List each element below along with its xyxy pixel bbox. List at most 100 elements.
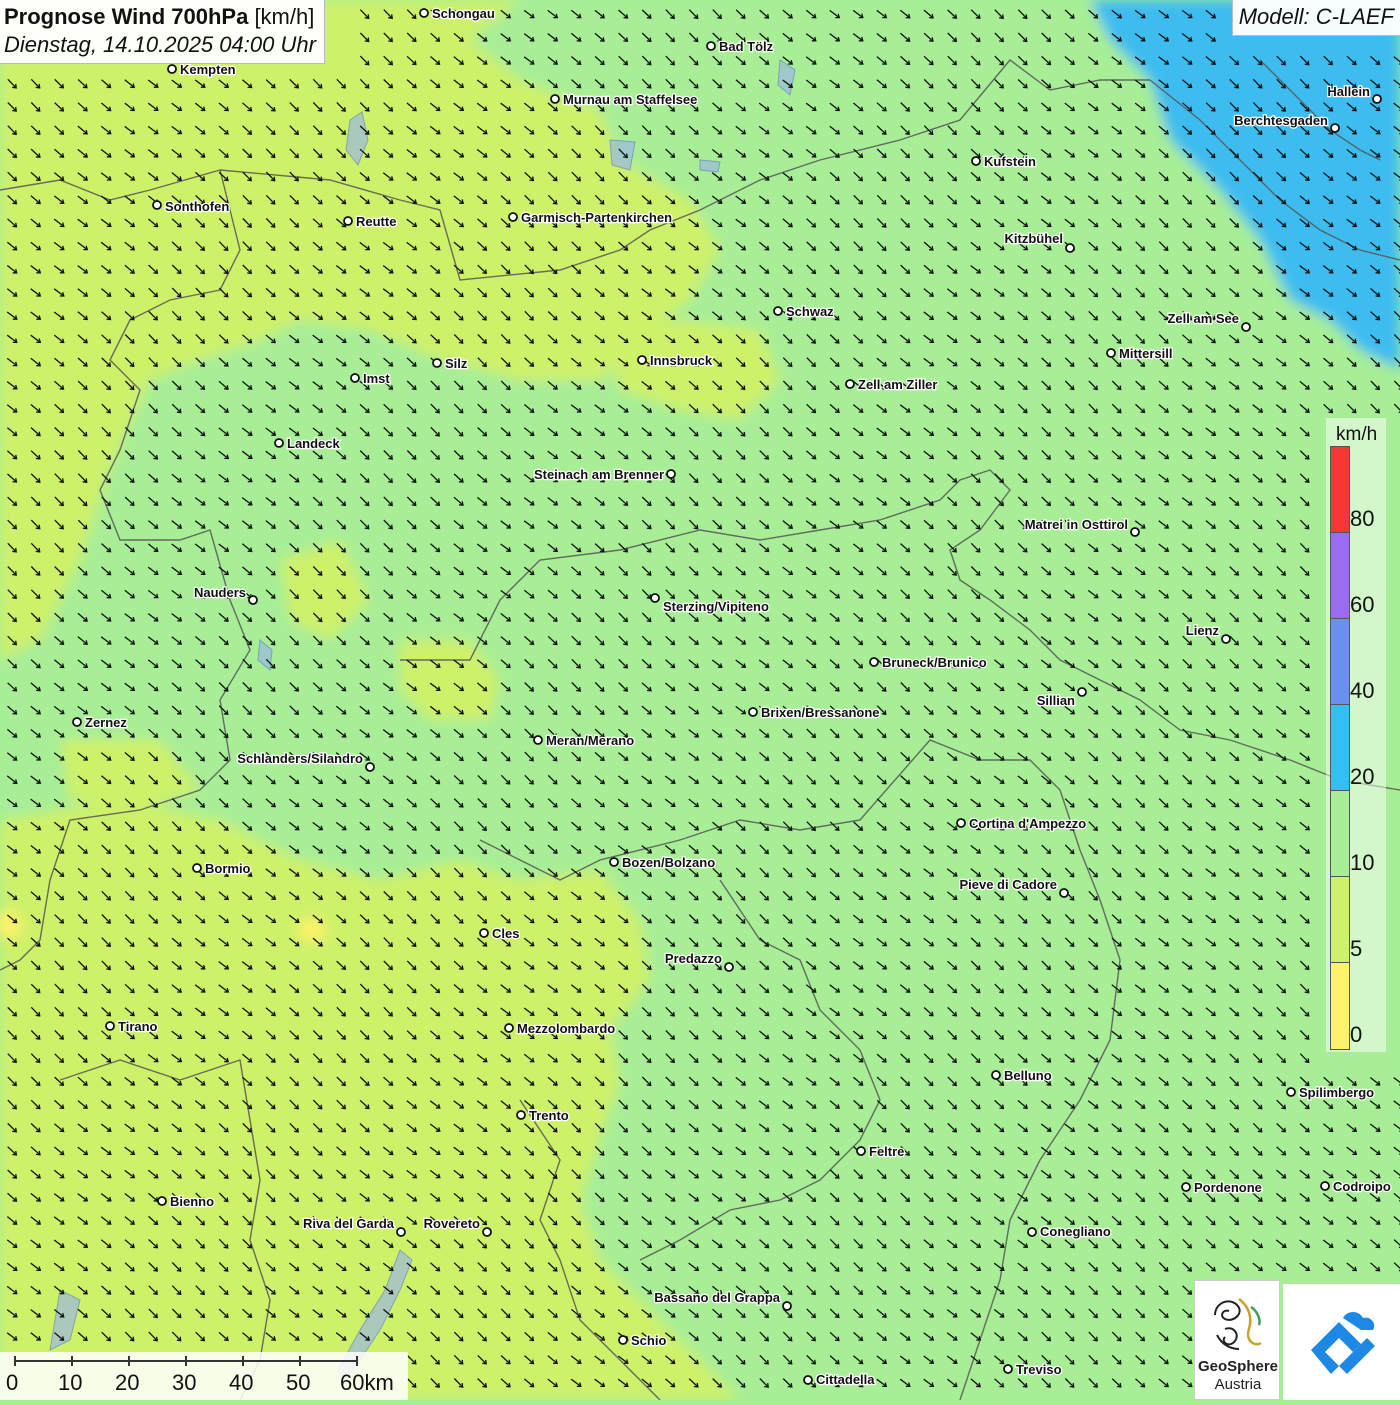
city-label: Cittadella: [816, 1372, 875, 1387]
city-dot: [504, 1023, 514, 1033]
city-label: Pieve di Cadore: [959, 877, 1057, 892]
scale-label: 10: [58, 1370, 83, 1395]
scale-tick: [185, 1356, 187, 1366]
city-label: Kufstein: [984, 154, 1036, 169]
city-dot: [479, 928, 489, 938]
city-dot: [248, 595, 258, 605]
legend-tick: 60: [1350, 592, 1375, 617]
scale-tick: [128, 1356, 130, 1366]
city-dot: [724, 962, 734, 972]
city-label: Cortina d'Ampezzo: [969, 816, 1086, 831]
legend-color-segment: [1331, 447, 1349, 533]
legend-color-segment: [1331, 705, 1349, 791]
city-dot: [167, 64, 177, 74]
city-dot: [274, 438, 284, 448]
city-label: Meran/Merano: [546, 733, 634, 748]
city-label: Sillian: [1037, 693, 1075, 708]
city-label: Mittersill: [1119, 346, 1172, 361]
city-dot: [773, 306, 783, 316]
city-dot: [869, 657, 879, 667]
wind-map: Schongau Bad Tölz Kempten Murnau am Staffel…: [0, 0, 1400, 1400]
legend-color-bar: [1330, 446, 1350, 1050]
title-text: Prognose Wind 700hPa: [4, 4, 249, 29]
city-dot: [609, 857, 619, 867]
city-dot: [432, 358, 442, 368]
city-dot: [1059, 888, 1069, 898]
city-label: Cles: [492, 926, 519, 941]
city-label: Imst: [363, 371, 390, 386]
city-dot: [343, 216, 353, 226]
city-label: Bruneck/Brunico: [882, 655, 987, 670]
city-dot: [856, 1146, 866, 1156]
geosphere-name: GeoSphere: [1197, 1358, 1279, 1375]
scale-bar: 0 10 20 30 40 50 60km: [0, 1352, 408, 1400]
geosphere-logo[interactable]: GeoSphere Austria: [1194, 1280, 1280, 1400]
city-dot: [396, 1227, 406, 1237]
city-label: Berchtesgaden: [1234, 113, 1328, 128]
legend-tick: 20: [1350, 764, 1375, 789]
legend-tick: 80: [1350, 506, 1375, 531]
city-dot: [1286, 1087, 1296, 1097]
city-dot: [152, 200, 162, 210]
geosphere-emblem-icon: [1214, 1298, 1262, 1350]
city-label: Steinach am Brenner: [534, 467, 664, 482]
city-label: Riva del Garda: [303, 1216, 395, 1231]
city-label: Murnau am Staffelsee: [563, 92, 697, 107]
city-dot: [991, 1070, 1001, 1080]
scale-tick: [14, 1356, 16, 1366]
city-label: Mezzolombardo: [517, 1021, 615, 1036]
city-dot: [533, 735, 543, 745]
city-label: Landeck: [287, 436, 341, 451]
city-dot: [105, 1021, 115, 1031]
city-dot: [192, 863, 202, 873]
lake: [699, 159, 721, 173]
city-dot: [971, 156, 981, 166]
city-label: Schlanders/Silandro: [237, 751, 363, 766]
city-label: Belluno: [1004, 1068, 1052, 1083]
legend-color-segment: [1331, 533, 1349, 619]
city-label: Bassano del Grappa: [654, 1290, 780, 1305]
scale-label: 30: [172, 1370, 197, 1395]
scale-label: 20: [115, 1370, 140, 1395]
city-dot: [1221, 634, 1231, 644]
legend-tick: 5: [1350, 936, 1363, 961]
scale-label: 0: [6, 1370, 19, 1395]
city-label: Bad Tölz: [719, 39, 774, 54]
color-legend: km/h 80 60 40 20 10 5 0: [1326, 418, 1386, 1052]
city-label: Schio: [631, 1333, 666, 1348]
legend-color-segment: [1331, 791, 1349, 877]
city-label: Lienz: [1186, 623, 1220, 638]
city-dot: [748, 707, 758, 717]
geosphere-country: Austria: [1214, 1376, 1262, 1393]
city-label: Codroipo: [1333, 1179, 1391, 1194]
city-label: Spilimbergo: [1299, 1085, 1374, 1100]
city-label: Innsbruck: [650, 353, 713, 368]
city-dot: [803, 1375, 813, 1385]
city-dot: [1065, 243, 1075, 253]
city-dot: [508, 212, 518, 222]
city-dot: [1077, 687, 1087, 697]
app-cloud-icon: [1311, 1312, 1375, 1374]
city-label: Rovereto: [424, 1216, 480, 1231]
city-dot: [956, 818, 966, 828]
city-label: Predazzo: [665, 951, 722, 966]
forecast-datetime: Dienstag, 14.10.2025 04:00 Uhr: [4, 32, 316, 57]
city-dot: [782, 1301, 792, 1311]
city-label: Zell am See: [1167, 311, 1239, 326]
city-label: Sonthofen: [165, 199, 229, 214]
city-dot: [157, 1196, 167, 1206]
scale-tick: [299, 1356, 301, 1366]
city-dot: [1181, 1182, 1191, 1192]
city-label: Kempten: [180, 62, 236, 77]
city-dot: [482, 1227, 492, 1237]
city-dot: [350, 373, 360, 383]
city-dot: [666, 469, 676, 479]
city-dot: [1320, 1181, 1330, 1191]
city-dot: [365, 762, 375, 772]
city-dot: [72, 717, 82, 727]
legend-color-segment: [1331, 619, 1349, 705]
city-dot: [845, 379, 855, 389]
weather-app-logo[interactable]: [1283, 1284, 1400, 1400]
city-dot: [650, 593, 660, 603]
city-dot: [1130, 527, 1140, 537]
